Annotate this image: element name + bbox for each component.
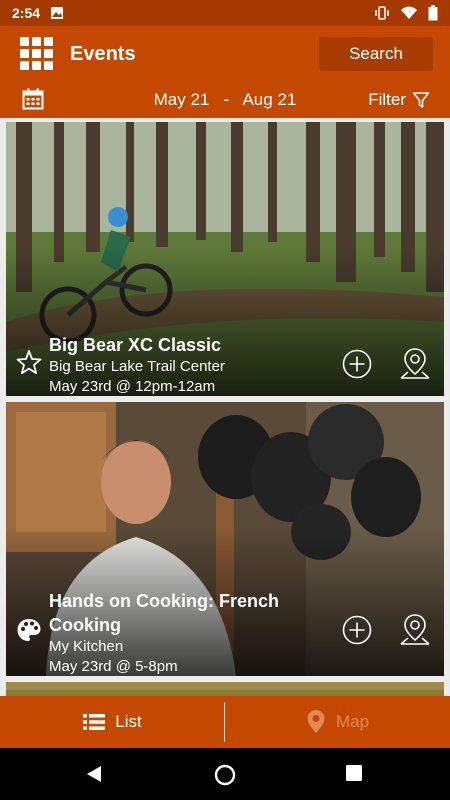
list-icon [83,714,106,730]
back-icon[interactable] [84,764,104,784]
add-event-icon[interactable] [342,349,372,379]
event-list: Big Bear XC Classic Big Bear Lake Trail … [0,118,450,696]
vibrate-icon [375,6,389,20]
event-card[interactable] [6,682,444,696]
page-title: Events [70,42,136,65]
map-pin-icon[interactable] [399,347,431,381]
event-name: Hands on Cooking: French Cooking [49,591,280,635]
clock: 2:54 [12,5,41,21]
star-icon[interactable] [16,349,42,375]
home-icon[interactable] [214,764,236,786]
date-range-separator: - [223,90,230,109]
event-photo [6,682,444,696]
event-venue: My Kitchen [49,638,124,655]
add-event-icon[interactable] [342,615,372,645]
map-pin-icon [307,710,325,733]
event-card[interactable]: Hands on Cooking: French Cooking My Kitc… [6,402,444,676]
app-bar: Events Search [0,26,450,82]
system-nav-bar [0,748,450,800]
tab-map-label: Map [335,712,370,731]
menu-grid-icon[interactable] [20,37,54,71]
tab-list-label: List [115,712,142,731]
calendar-icon[interactable] [22,88,44,110]
filter-funnel-icon [412,92,430,108]
bottom-tab-bar: List Map [0,696,450,748]
event-info: Hands on Cooking: French Cooking My Kitc… [49,589,289,676]
date-range-end[interactable]: Aug 21 [242,90,296,109]
date-range-start[interactable]: May 21 [154,90,210,109]
image-notification-icon [51,7,64,19]
battery-icon [428,5,438,21]
tab-map[interactable]: Map [225,696,450,748]
filter-button[interactable]: Filter [368,90,430,110]
palette-icon[interactable] [16,617,42,643]
filter-label: Filter [368,90,406,109]
tab-divider [224,702,225,742]
event-info: Big Bear XC Classic Big Bear Lake Trail … [49,333,225,396]
tab-list[interactable]: List [0,696,225,748]
event-date-time: May 23rd @ 5-8pm [49,658,178,675]
event-name: Big Bear XC Classic [49,335,222,355]
event-card[interactable]: Big Bear XC Classic Big Bear Lake Trail … [6,122,444,396]
status-bar: 2:54 [0,0,450,26]
wifi-icon [401,6,417,19]
event-date-time: May 23rd @ 12pm-12am [49,378,216,395]
date-range-bar: May 21 - Aug 21 Filter [0,82,450,118]
map-pin-icon[interactable] [399,613,431,647]
recents-icon[interactable] [345,764,363,782]
search-button[interactable]: Search [319,37,433,71]
event-venue: Big Bear Lake Trail Center [49,358,225,375]
